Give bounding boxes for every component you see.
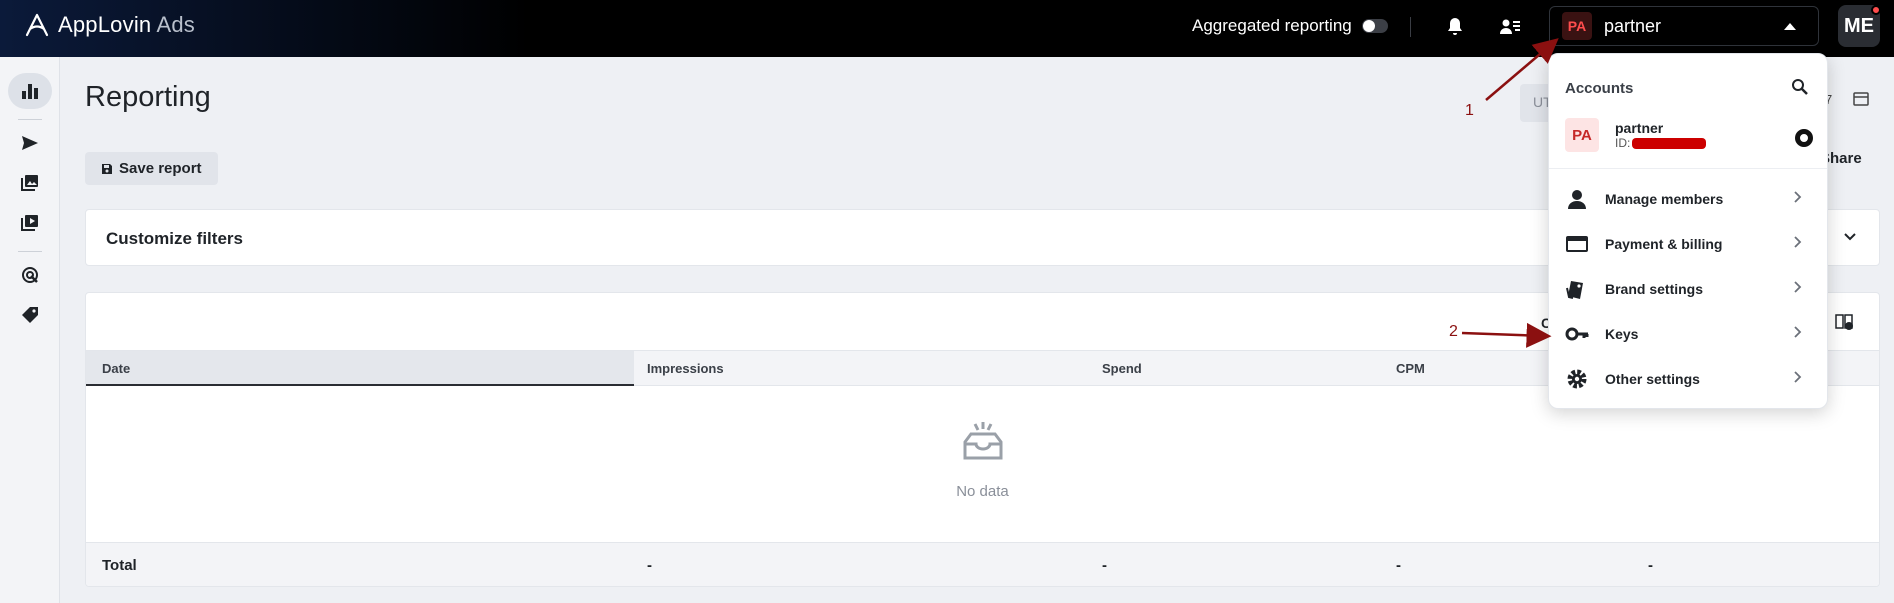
annotation-arrows bbox=[1461, 38, 1559, 348]
annotation-step-1: 1 bbox=[1465, 102, 1474, 119]
annotation-arrow-1 bbox=[1485, 38, 1559, 101]
annotation-arrow-2 bbox=[1461, 322, 1552, 348]
annotation-step-2: 2 bbox=[1449, 323, 1458, 340]
